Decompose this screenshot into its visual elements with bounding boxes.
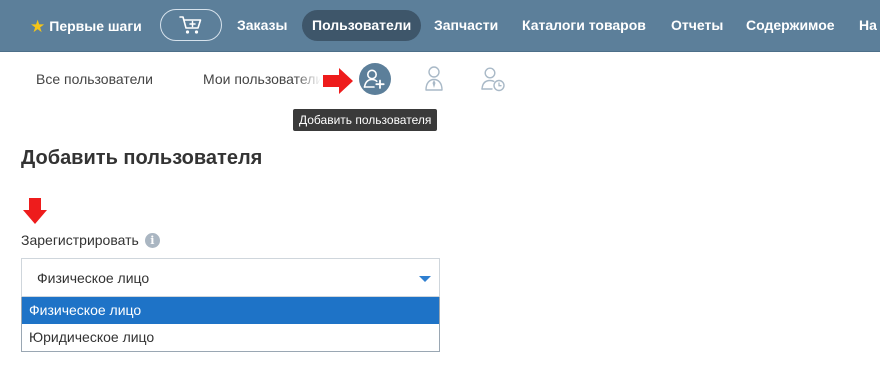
cart-icon [179,16,202,34]
add-user-button[interactable] [359,63,391,95]
nav-more[interactable]: На [859,10,877,41]
dropdown-caret-icon [419,276,431,282]
nav-catalogs[interactable]: Каталоги товаров [522,10,646,41]
add-user-tooltip: Добавить пользователя [293,109,438,131]
page-title: Добавить пользователя [21,147,263,169]
nav-reports[interactable]: Отчеты [671,10,723,41]
register-label-text: Зарегистрировать [21,232,139,248]
user-clock-icon [481,67,505,92]
add-user-icon [359,63,391,95]
option-individual[interactable]: Физическое лицо [22,297,439,324]
user-history-button[interactable] [478,64,508,94]
top-navigation: ★ Первые шаги Заказы Пользователи Запчас… [0,0,880,52]
register-type-value: Физическое лицо [37,270,150,286]
tab-all-users[interactable]: Все пользователи [36,70,153,88]
user-tie-button[interactable] [421,64,447,94]
nav-users[interactable]: Пользователи [302,10,422,41]
nav-orders[interactable]: Заказы [237,10,287,41]
user-tie-icon [425,66,443,91]
nav-content[interactable]: Содержимое [746,10,835,41]
info-icon[interactable]: i [144,232,160,248]
register-field-label: Зарегистрировать i [21,232,160,248]
red-arrow-right [323,68,353,94]
nav-first-steps-label: Первые шаги [49,18,142,34]
star-icon: ★ [30,16,46,36]
register-type-dropdown: Физическое лицо Юридическое лицо [21,297,440,352]
option-legal-entity[interactable]: Юридическое лицо [22,324,439,351]
cart-button[interactable] [160,9,222,41]
nav-first-steps[interactable]: ★ Первые шаги [30,16,142,36]
red-arrow-down [23,198,47,224]
nav-parts[interactable]: Запчасти [434,10,498,41]
tab-my-users[interactable]: Мои пользователи [203,70,321,88]
register-type-select[interactable]: Физическое лицо [21,258,440,297]
